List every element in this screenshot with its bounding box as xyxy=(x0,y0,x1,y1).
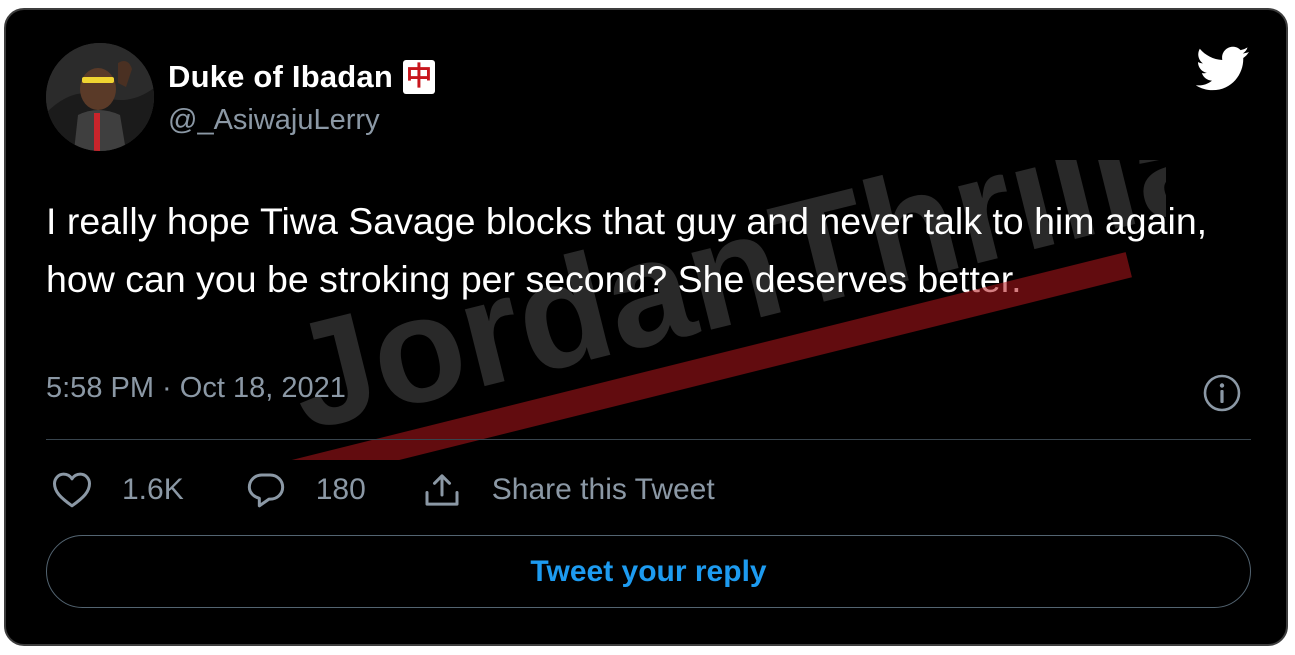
share-button[interactable]: Share this Tweet xyxy=(422,471,715,509)
display-name[interactable]: Duke of Ibadan xyxy=(168,59,393,95)
share-upload-icon xyxy=(425,474,459,506)
tweet-reply-button[interactable]: Tweet your reply xyxy=(46,535,1251,608)
reply-count: 180 xyxy=(315,473,366,506)
user-handle[interactable]: @_AsiwajuLerry xyxy=(168,104,380,137)
share-label: Share this Tweet xyxy=(491,473,715,506)
avatar[interactable] xyxy=(46,43,154,151)
heart-icon xyxy=(53,472,91,508)
reply-bubble-icon xyxy=(247,473,284,508)
tweet-timestamp[interactable]: 5:58 PM · Oct 18, 2021 xyxy=(46,372,346,405)
like-count: 1.6K xyxy=(122,473,184,506)
reply-count-button[interactable]: 180 xyxy=(246,471,366,509)
like-button[interactable]: 1.6K xyxy=(52,471,184,509)
avatar-photo xyxy=(46,43,154,151)
display-name-row: Duke of Ibadan 中 xyxy=(168,57,435,97)
info-icon[interactable] xyxy=(1202,373,1242,413)
tweet-actions: 1.6K 180 Share this Tweet xyxy=(52,468,715,512)
tweet-text: I really hope Tiwa Savage blocks that gu… xyxy=(46,200,1208,300)
twitter-bird-icon[interactable] xyxy=(1196,46,1250,92)
mahjong-red-dragon-emoji: 中 xyxy=(403,60,435,94)
divider xyxy=(46,439,1251,440)
tweet-card: Duke of Ibadan 中 @_AsiwajuLerry I really… xyxy=(4,8,1288,646)
